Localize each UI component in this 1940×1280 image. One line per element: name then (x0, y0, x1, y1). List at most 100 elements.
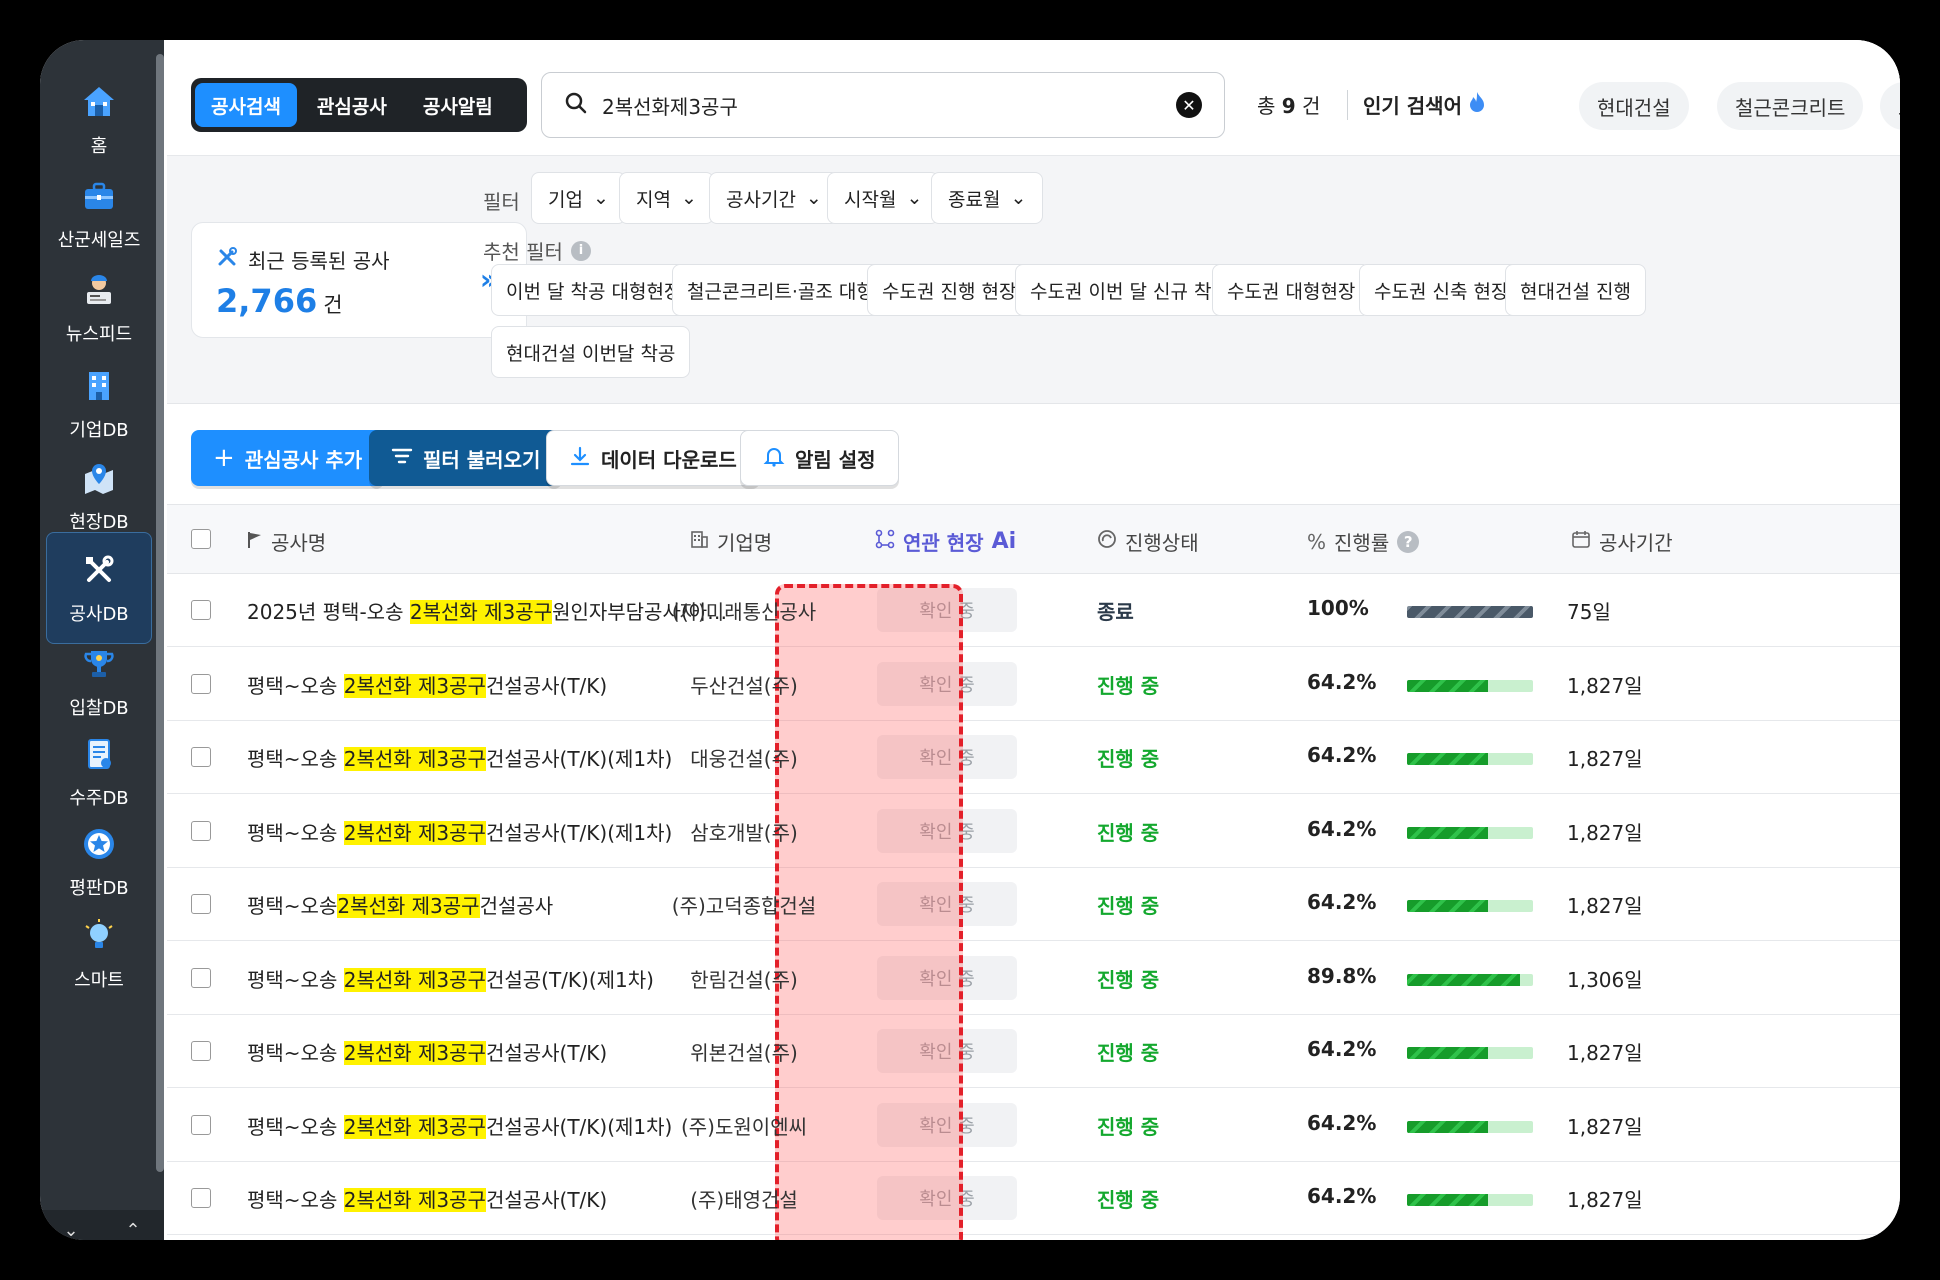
table-row[interactable]: 평택~오송 2복선화 제3공구건설공(T/K)(제1차) 한림건설(주) 확인 중진… (167, 942, 1900, 1015)
table-row[interactable]: 평택~오송 2복선화 제3공구건설공사(T/K)(제1차) 대웅건설(주) 확인 중… (167, 721, 1900, 794)
construction-period: 1,827일 (1567, 894, 1643, 918)
sidebar-scroll-controls: ⌄ ⌃ (40, 1210, 164, 1240)
construction-name[interactable]: 평택~오송2복선화 제3공구건설공사 (247, 890, 553, 919)
document-icon (79, 734, 119, 774)
row-checkbox[interactable] (191, 600, 211, 620)
search-highlight: 2복선화 제3공구 (409, 600, 553, 624)
bell-icon (763, 445, 785, 472)
col-rate[interactable]: % 진행률 ? (1307, 527, 1420, 556)
table-row[interactable]: 평택~오송 2복선화 제3공구건설공사(T/K) (주)태영건설 확인 중 진행 중6… (167, 1162, 1900, 1235)
construction-name[interactable]: 평택~오송 2복선화 제3공구건설공사(T/K) (247, 670, 607, 699)
row-checkbox[interactable] (191, 1041, 211, 1061)
company-name[interactable]: 위본건설(주) (652, 1037, 836, 1066)
chevron-up-icon[interactable]: ⌃ (125, 1220, 140, 1241)
row-checkbox[interactable] (191, 820, 211, 841)
construction-name[interactable]: 평택~오송 2복선화 제3공구건설공사(T/K) (247, 1184, 607, 1213)
recommend-chip[interactable]: 철근콘크리트·골조 대형 (672, 264, 889, 316)
col-company[interactable]: 기업명 (689, 527, 772, 556)
construction-name[interactable]: 평택~오송 2복선화 제3공구건설공사(T/K)(제1차) (247, 743, 672, 772)
table-row[interactable]: 평택~오송 2복선화 제3공구건설공사(T/K) 위본건설(주) 확인 중 진행 중6… (167, 1015, 1900, 1088)
company-name[interactable]: (주)도원이엔씨 (652, 1111, 836, 1140)
clear-search-icon[interactable]: ✕ (1176, 92, 1202, 118)
recent-registered-card[interactable]: 최근 등록된 공사 2,766 건 » (191, 222, 527, 338)
filter-dropdown-period[interactable]: 공사기간 ⌄ (709, 172, 839, 224)
construction-name[interactable]: 평택~오송 2복선화 제3공구건설공(T/K)(제1차) (247, 964, 654, 993)
add-interest-button[interactable]: + 관심공사 추가 (191, 430, 385, 486)
filter-dropdown-start-month[interactable]: 시작월 ⌄ (827, 172, 940, 224)
popular-chip[interactable]: 철근콘크리트 (1717, 82, 1864, 130)
progress-bar-fill (1407, 973, 1521, 986)
sidebar-item-label: 뉴스피드 (65, 324, 133, 345)
construction-name[interactable]: 평택~오송 2복선화 제3공구건설공사(T/K)(제1차) (247, 1111, 672, 1140)
progress-rate: 89.8% (1307, 963, 1377, 988)
recommend-chip[interactable]: 현대건설 이번달 착공 (491, 326, 691, 378)
sidebar-item-label: 공사DB (69, 604, 129, 625)
construction-name[interactable]: 평택~오송 2복선화 제3공구건설공사(T/K) (247, 1037, 607, 1066)
construction-name[interactable]: 평택~오송 2복선화 제3공구건설공사(T/K)(제1차) (247, 817, 672, 846)
table-row[interactable]: 평택~오송 2복선화 제3공구건설공사(T/K) 두산건설(주) 확인 중 진행 중6… (167, 648, 1900, 721)
row-checkbox[interactable] (191, 1114, 211, 1135)
trophy-icon (79, 644, 119, 684)
table-row[interactable]: 평택~오송 2복선화 제3공구건설공사(T/K)(제1차) 삼호개발(주) 확인 중… (167, 795, 1900, 868)
tab-construction-search[interactable]: 공사검색 (195, 83, 297, 127)
search-input[interactable]: 2복선화제3공구 (602, 91, 738, 120)
col-related-label: 연관 현장 (903, 531, 984, 555)
status-badge: 진행 중 (1097, 747, 1160, 771)
recommend-chip[interactable]: 수도권 대형현장 (1212, 264, 1371, 316)
company-name[interactable]: 한림건설(주) (652, 964, 836, 993)
dropdown-label: 기업 (548, 188, 583, 211)
col-period[interactable]: 공사기간 (1571, 527, 1673, 556)
recommend-chip[interactable]: 이번 달 착공 대형현장 (491, 264, 697, 316)
company-name[interactable]: (주)태영건설 (652, 1184, 836, 1213)
plus-icon: + (213, 443, 235, 473)
info-icon[interactable]: i (570, 240, 591, 261)
sidebar-item-reputation-db[interactable]: 평판DB (46, 806, 152, 918)
search-highlight: 2복선화 제3공구 (343, 747, 486, 771)
filter-label: 필터 (483, 190, 520, 214)
row-checkbox[interactable] (191, 1188, 211, 1208)
table-row[interactable]: 평택~오송 2복선화 제3공구건설공사(T/K)(제1차) (주)도원이엔씨 확인 … (167, 1089, 1900, 1162)
filter-dropdown-end-month[interactable]: 종료월 ⌄ (931, 172, 1044, 224)
status-badge: 진행 중 (1097, 1188, 1160, 1212)
tab-interest-construction[interactable]: 관심공사 (301, 83, 403, 127)
recommend-chip[interactable]: 수도권 진행 현장 (867, 264, 1032, 316)
popular-chip[interactable]: 현대건설 (1579, 82, 1689, 130)
recommend-chip[interactable]: 수도권 신축 현장 (1359, 264, 1524, 316)
col-related-site-ai[interactable]: 연관 현장 Ai (875, 527, 1016, 556)
sidebar-scrollbar[interactable] (156, 54, 164, 1172)
filter-dropdown-company[interactable]: 기업 ⌄ (531, 172, 626, 224)
col-name[interactable]: 공사명 (247, 527, 326, 556)
total-suffix: 건 (1302, 94, 1321, 118)
row-checkbox[interactable] (191, 673, 211, 694)
popular-chip[interactable]: 토목공사 (1880, 82, 1900, 130)
company-name[interactable]: 대웅건설(주) (652, 743, 836, 772)
data-download-button[interactable]: 데이터 다운로드 (546, 430, 760, 486)
construction-table: 공사명 기업명 연관 현장 Ai 진행상태 % 진행률 ? 공사기간 2025년… (167, 504, 1900, 1240)
col-status[interactable]: 진행상태 (1097, 527, 1199, 556)
company-name[interactable]: 삼호개발(주) (652, 817, 836, 846)
company-name[interactable]: 두산건설(주) (652, 670, 836, 699)
search-highlight: 2복선화 제3공구 (343, 1041, 486, 1065)
table-row[interactable]: 2025년 평택-오송 2복선화 제3공구원인자부담공사(아… (자)미래통신공사… (167, 574, 1900, 647)
chevron-down-icon: ⌄ (805, 187, 822, 209)
name-prefix: 평택~오송 (247, 747, 344, 771)
load-filter-button[interactable]: 필터 불러오기 (369, 430, 563, 486)
alarm-setting-button[interactable]: 알림 설정 (740, 430, 899, 486)
company-name[interactable]: (자)미래통신공사 (652, 596, 836, 625)
chevron-down-icon[interactable]: ⌄ (63, 1220, 78, 1241)
sidebar-item-smart[interactable]: 스마트 (46, 908, 152, 1000)
row-checkbox[interactable] (191, 967, 211, 988)
top-bar: 공사검색 관심공사 공사알림 2복선화제3공구 ✕ 총 9 건 인기 검색어 현… (167, 40, 1900, 156)
search-box[interactable]: 2복선화제3공구 ✕ (541, 72, 1225, 138)
filter-dropdown-region[interactable]: 지역 ⌄ (619, 172, 714, 224)
help-icon[interactable]: ? (1397, 530, 1420, 553)
table-row[interactable]: 평택~오송2복선화 제3공구건설공사 (주)고덕종합건설 확인 중 진행 중 64.2%… (167, 868, 1900, 941)
company-name[interactable]: (주)고덕종합건설 (652, 890, 836, 919)
progress-bar-fill (1407, 606, 1533, 618)
recommend-chip[interactable]: 현대건설 진행 (1505, 264, 1646, 316)
select-all-checkbox[interactable] (191, 529, 211, 549)
row-checkbox[interactable] (191, 894, 211, 914)
row-checkbox[interactable] (191, 747, 211, 767)
tab-construction-alarm[interactable]: 공사알림 (407, 83, 509, 127)
recommend-chip[interactable]: 수도권 이번 달 신규 착공 (1015, 264, 1244, 316)
